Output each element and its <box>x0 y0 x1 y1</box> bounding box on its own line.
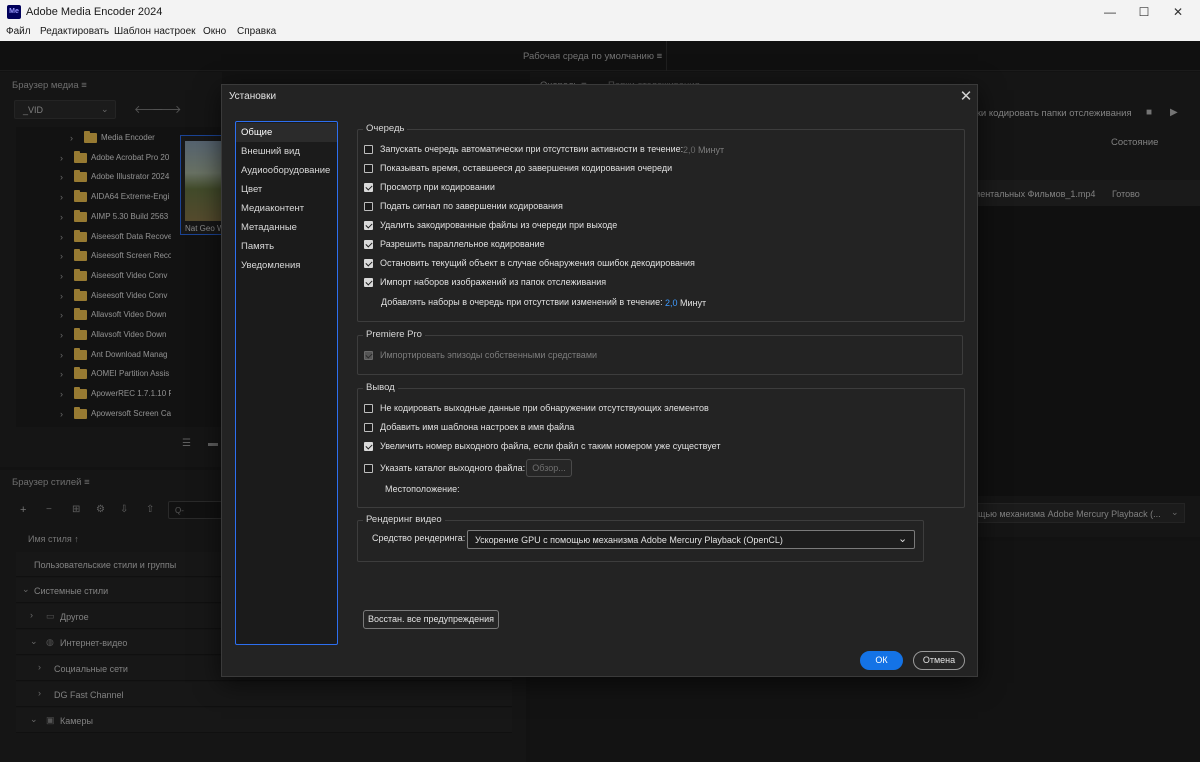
beep-label: Подать сигнал по завершении кодирования <box>380 201 563 211</box>
show-time-checkbox[interactable] <box>364 164 373 173</box>
specify-dir-checkbox[interactable] <box>364 464 373 473</box>
category-general[interactable]: Общие <box>236 123 337 142</box>
auto-start-label: Запускать очередь автоматически при отсу… <box>380 144 684 154</box>
native-import-label: Импортировать эпизоды собственными средс… <box>380 350 598 360</box>
parallel-encoding-checkbox[interactable] <box>364 240 373 249</box>
premiere-group-legend: Premiere Pro <box>363 329 425 340</box>
auto-start-checkbox[interactable] <box>364 145 373 154</box>
add-sets-value[interactable]: 2,0 <box>665 298 678 308</box>
increment-filename-label: Увеличить номер выходного файла, если фа… <box>380 441 721 451</box>
preview-label: Просмотр при кодировании <box>380 182 495 192</box>
preview-checkbox[interactable] <box>364 183 373 192</box>
native-import-checkbox[interactable] <box>364 351 373 360</box>
output-group-legend: Вывод <box>363 382 398 393</box>
renderer-dropdown-value: Ускорение GPU с помощью механизма Adobe … <box>475 535 783 545</box>
auto-start-value[interactable]: 2,0 <box>683 145 696 155</box>
show-time-label: Показывать время, оставшееся до завершен… <box>380 163 673 173</box>
renderer-dropdown[interactable]: Ускорение GPU с помощью механизма Adobe … <box>467 530 915 549</box>
close-window-button[interactable]: ✕ <box>1156 2 1200 22</box>
category-media[interactable]: Медиаконтент <box>236 199 337 218</box>
beep-checkbox[interactable] <box>364 202 373 211</box>
category-memory[interactable]: Память <box>236 237 337 256</box>
category-list: Общие Внешний вид Аудиооборудование Цвет… <box>235 121 338 645</box>
menu-help[interactable]: Справка <box>237 26 276 37</box>
renderer-label: Средство рендеринга: <box>372 533 466 543</box>
parallel-encoding-label: Разрешить параллельное кодирование <box>380 239 545 249</box>
stop-on-error-label: Остановить текущий объект в случае обнар… <box>380 258 695 268</box>
category-color[interactable]: Цвет <box>236 180 337 199</box>
remove-encoded-checkbox[interactable] <box>364 221 373 230</box>
browse-button[interactable]: Обзор... <box>526 459 572 477</box>
preferences-dialog: Установки ✕ Общие Внешний вид Аудиообору… <box>221 84 978 677</box>
category-audio-hardware[interactable]: Аудиооборудование <box>236 161 337 180</box>
add-preset-name-label: Добавить имя шаблона настроек в имя файл… <box>380 422 575 432</box>
chevron-down-icon: ⌄ <box>898 533 908 545</box>
menu-bar: Файл Редактировать Шаблон настроек Окно … <box>0 24 1200 41</box>
video-rendering-legend: Рендеринг видео <box>363 514 445 525</box>
import-sequences-label: Импорт наборов изображений из папок отсл… <box>380 277 607 287</box>
close-dialog-button[interactable]: ✕ <box>958 87 974 105</box>
add-sets-unit: Минут <box>680 298 707 308</box>
add-preset-name-checkbox[interactable] <box>364 423 373 432</box>
title-bar: Me Adobe Media Encoder 2024 — ☐ ✕ <box>0 0 1200 24</box>
window-title: Adobe Media Encoder 2024 <box>26 6 163 18</box>
menu-file[interactable]: Файл <box>6 26 31 37</box>
remove-encoded-label: Удалить закодированные файлы из очереди … <box>380 220 618 230</box>
category-appearance[interactable]: Внешний вид <box>236 142 337 161</box>
app-logo-icon: Me <box>7 5 21 19</box>
specify-dir-label: Указать каталог выходного файла: <box>380 463 526 473</box>
dialog-title: Установки <box>229 91 277 102</box>
cancel-button[interactable]: Отмена <box>913 651 965 670</box>
import-sequences-checkbox[interactable] <box>364 278 373 287</box>
auto-start-unit: Минут <box>698 145 725 155</box>
no-missing-label: Не кодировать выходные данные при обнару… <box>380 403 709 413</box>
location-label: Местоположение: <box>385 484 460 494</box>
queue-group-legend: Очередь <box>363 123 408 134</box>
add-sets-label: Добавлять наборы в очередь при отсутстви… <box>381 297 663 307</box>
ok-button[interactable]: ОК <box>860 651 903 670</box>
menu-window[interactable]: Окно <box>203 26 226 37</box>
menu-edit[interactable]: Редактировать <box>40 26 109 37</box>
stop-on-error-checkbox[interactable] <box>364 259 373 268</box>
increment-filename-checkbox[interactable] <box>364 442 373 451</box>
menu-preset[interactable]: Шаблон настроек <box>114 26 196 37</box>
no-missing-checkbox[interactable] <box>364 404 373 413</box>
category-notifications[interactable]: Уведомления <box>236 256 337 275</box>
category-metadata[interactable]: Метаданные <box>236 218 337 237</box>
reset-warnings-button[interactable]: Восстан. все предупреждения <box>363 610 499 629</box>
